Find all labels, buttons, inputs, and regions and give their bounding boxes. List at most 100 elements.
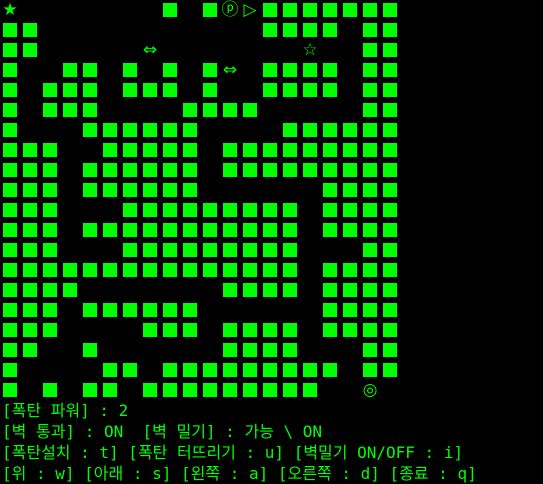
wall-block xyxy=(320,160,340,180)
wall-block xyxy=(140,220,160,240)
wall-block xyxy=(220,240,240,260)
wall-block xyxy=(0,80,20,100)
wall-block xyxy=(140,80,160,100)
bomb-controls-help: [폭탄설치 : t] [폭탄 터뜨리기 : u] [벽밀기 ON/OFF : i… xyxy=(2,443,464,462)
wall-block xyxy=(320,200,340,220)
wall-block xyxy=(320,280,340,300)
wall-block xyxy=(200,60,220,80)
wall-block xyxy=(320,0,340,20)
wall-block xyxy=(340,300,360,320)
wall-block xyxy=(240,280,260,300)
wall-block xyxy=(100,140,120,160)
wall-block xyxy=(340,160,360,180)
wall-block xyxy=(380,80,400,100)
wall-block xyxy=(180,160,200,180)
wall-block xyxy=(80,100,100,120)
wall-block xyxy=(160,320,180,340)
wall-block xyxy=(160,240,180,260)
wall-block xyxy=(40,240,60,260)
wall-block xyxy=(240,380,260,400)
wall-block xyxy=(280,360,300,380)
wall-block xyxy=(320,320,340,340)
wall-block xyxy=(300,360,320,380)
wall-block xyxy=(360,20,380,40)
wall-block xyxy=(280,200,300,220)
wall-block xyxy=(380,60,400,80)
wall-block xyxy=(280,0,300,20)
wall-block xyxy=(60,80,80,100)
item-star-outline-icon: ☆ xyxy=(302,40,318,60)
wall-block xyxy=(240,240,260,260)
wall-block xyxy=(280,160,300,180)
wall-block xyxy=(360,160,380,180)
wall-block xyxy=(260,360,280,380)
wall-block xyxy=(340,260,360,280)
wall-block xyxy=(260,0,280,20)
wall-block xyxy=(360,340,380,360)
wall-block xyxy=(140,300,160,320)
wall-block xyxy=(20,200,40,220)
wall-block xyxy=(140,260,160,280)
wall-block xyxy=(380,0,400,20)
wall-block xyxy=(360,100,380,120)
wall-block xyxy=(80,260,100,280)
wall-block xyxy=(120,180,140,200)
wall-block xyxy=(40,160,60,180)
wall-block xyxy=(360,360,380,380)
wall-block xyxy=(300,20,320,40)
terminal-screen: ★ ⓟ ▷ ⇔ ☆ ⇔ ◎ [폭탄 파워] : 2 [벽 통과] : ON [벽 밀기] :… xyxy=(0,0,543,484)
wall-block xyxy=(0,280,20,300)
wall-block xyxy=(200,100,220,120)
wall-block xyxy=(40,220,60,240)
wall-block xyxy=(220,220,240,240)
wall-block xyxy=(360,60,380,80)
wall-block xyxy=(220,260,240,280)
wall-block xyxy=(180,120,200,140)
wall-block xyxy=(160,0,180,20)
wall-block xyxy=(120,60,140,80)
wall-block xyxy=(0,340,20,360)
wall-block xyxy=(20,140,40,160)
wall-block xyxy=(380,160,400,180)
wall-block xyxy=(100,160,120,180)
wall-block xyxy=(180,320,200,340)
wall-block xyxy=(120,260,140,280)
wall-block xyxy=(20,40,40,60)
wall-block xyxy=(200,260,220,280)
wall-pass-push-status: [벽 통과] : ON [벽 밀기] : 가능 \ ON xyxy=(2,422,323,441)
wall-block xyxy=(340,200,360,220)
wall-block xyxy=(280,220,300,240)
status-panel: [폭탄 파워] : 2 [벽 통과] : ON [벽 밀기] : 가능 \ ON… xyxy=(2,400,543,484)
wall-block xyxy=(260,140,280,160)
wall-block xyxy=(220,320,240,340)
wall-block xyxy=(320,180,340,200)
movement-controls-help: [위 : w] [아래 : s] [왼쪽 : a] [오른쪽 : d] [종료 … xyxy=(2,464,477,483)
wall-block xyxy=(300,120,320,140)
wall-block xyxy=(240,360,260,380)
wall-block xyxy=(160,180,180,200)
wall-block xyxy=(0,120,20,140)
push-arrow-horizontal-icon: ⇔ xyxy=(142,40,158,60)
wall-block xyxy=(220,140,240,160)
wall-block xyxy=(340,180,360,200)
wall-block xyxy=(0,180,20,200)
wall-block xyxy=(40,300,60,320)
wall-block xyxy=(220,340,240,360)
wall-block xyxy=(320,220,340,240)
wall-block xyxy=(120,120,140,140)
wall-block xyxy=(260,200,280,220)
wall-block xyxy=(180,260,200,280)
wall-block xyxy=(320,20,340,40)
wall-block xyxy=(20,340,40,360)
wall-block xyxy=(20,220,40,240)
wall-block xyxy=(340,120,360,140)
wall-block xyxy=(280,240,300,260)
wall-block xyxy=(100,380,120,400)
wall-block xyxy=(20,240,40,260)
wall-block xyxy=(260,160,280,180)
wall-block xyxy=(240,200,260,220)
wall-block xyxy=(240,160,260,180)
wall-block xyxy=(80,180,100,200)
wall-block xyxy=(200,360,220,380)
wall-block xyxy=(180,100,200,120)
